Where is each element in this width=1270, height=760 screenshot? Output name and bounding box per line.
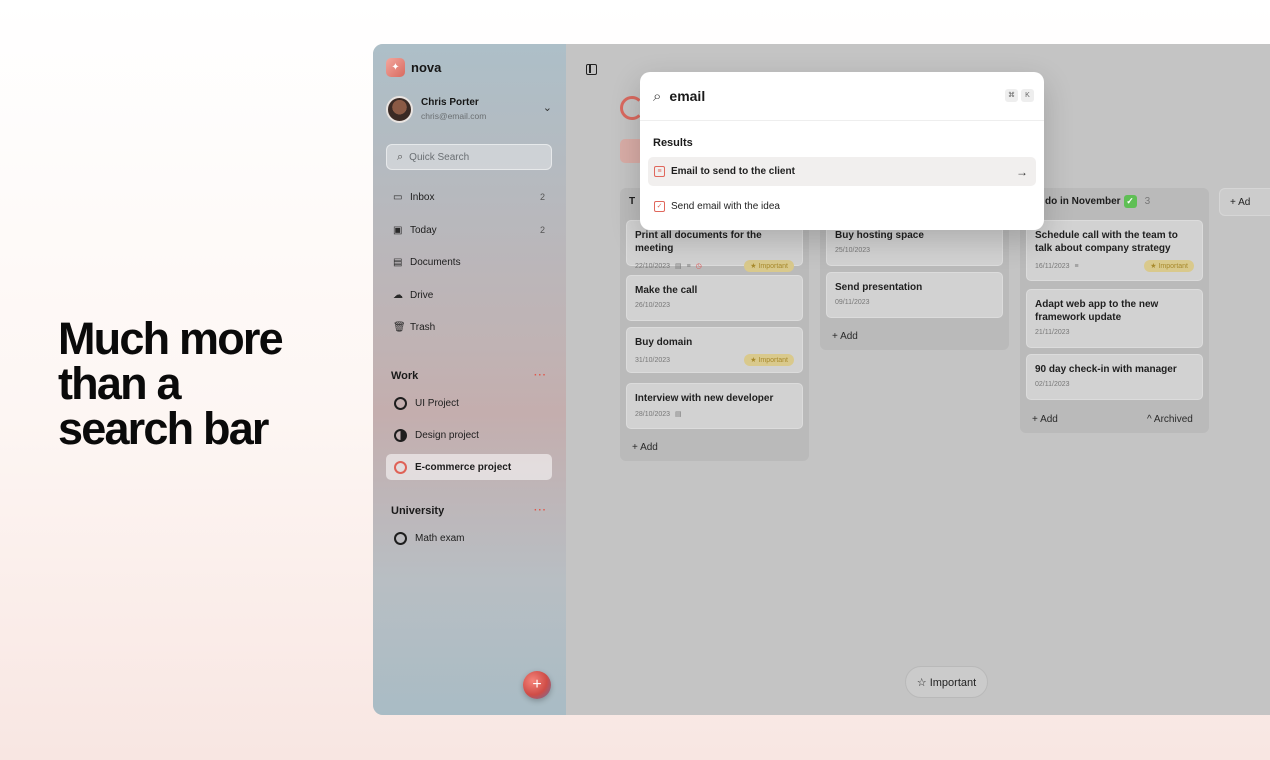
archived-toggle[interactable]: ^ Archived bbox=[1147, 414, 1193, 425]
add-fab-button[interactable]: + bbox=[523, 671, 551, 699]
sidebar-item-ui-project[interactable]: UI Project bbox=[386, 390, 552, 416]
avatar bbox=[386, 95, 413, 123]
task-card[interactable]: Interview with new developer 28/10/2023 ▤ bbox=[626, 383, 803, 429]
results-heading: Results bbox=[653, 137, 693, 149]
quick-search-label: Quick Search bbox=[409, 151, 470, 163]
column-count: 3 bbox=[1144, 196, 1151, 207]
sidebar-item-documents[interactable]: ▤ Documents bbox=[393, 252, 545, 272]
clock-icon: ◷ bbox=[695, 263, 702, 270]
list-icon: ≡ bbox=[686, 262, 691, 270]
task-card[interactable]: 90 day check-in with manager 02/11/2023 bbox=[1026, 354, 1203, 400]
column-title: T bbox=[629, 196, 636, 207]
brand: ✦ nova bbox=[386, 58, 441, 77]
sidebar-item-math-exam[interactable]: Math exam bbox=[386, 525, 552, 551]
task-card[interactable]: Buy domain 31/10/2023 ★ Important bbox=[626, 327, 803, 373]
section-work: Work ··· bbox=[391, 370, 547, 382]
cloud-icon: ☁ bbox=[393, 289, 403, 301]
palette-search-bar: ⌕ ⌘ K bbox=[640, 72, 1044, 121]
arrow-right-icon: → bbox=[1016, 164, 1028, 179]
search-icon: ⌕ bbox=[653, 87, 662, 105]
important-tag: ★ Important bbox=[744, 354, 794, 366]
project-ring-icon bbox=[394, 531, 407, 545]
project-ring-icon bbox=[394, 396, 407, 410]
plus-icon: + bbox=[532, 676, 542, 693]
more-icon[interactable]: ··· bbox=[534, 370, 547, 382]
add-column-button[interactable]: + Ad bbox=[1219, 188, 1270, 216]
task-card[interactable]: Schedule call with the team to talk abou… bbox=[1026, 220, 1203, 281]
palette-search-input[interactable] bbox=[669, 88, 970, 104]
inbox-count: 2 bbox=[539, 192, 545, 202]
board-column: do in November ✓ 3 Schedule call with the … bbox=[1020, 188, 1209, 433]
important-tag: ★ Important bbox=[1144, 260, 1194, 272]
command-palette: ⌕ ⌘ K Results ≡ Email to send to the cli… bbox=[640, 72, 1044, 230]
project-ring-icon bbox=[394, 428, 407, 442]
command-key-icon: ⌘ bbox=[1005, 89, 1018, 102]
document-icon: ▤ bbox=[675, 411, 682, 418]
trash-icon: 🗑 bbox=[393, 321, 406, 333]
check-icon: ✓ bbox=[1123, 195, 1137, 208]
sidebar-item-today[interactable]: ▣ Today 2 bbox=[393, 220, 545, 240]
calendar-icon: ▣ bbox=[393, 224, 403, 236]
sidebar-item-trash[interactable]: 🗑 Trash bbox=[393, 317, 545, 337]
section-university: University ··· bbox=[391, 505, 547, 517]
search-icon: ⌕ bbox=[397, 150, 404, 163]
sidebar-item-drive[interactable]: ☁ Drive bbox=[393, 285, 545, 305]
palette-result-item[interactable]: ≡ Email to send to the client → bbox=[648, 157, 1036, 186]
k-key-icon: K bbox=[1021, 89, 1034, 102]
user-name: Chris Porter bbox=[421, 97, 479, 108]
brand-logo-icon: ✦ bbox=[386, 58, 405, 77]
task-card[interactable]: Adapt web app to the new framework updat… bbox=[1026, 289, 1203, 348]
checkbox-icon: ✓ bbox=[654, 201, 665, 212]
hero-headline: Much more than a search bar bbox=[58, 313, 284, 454]
task-card[interactable]: Make the call 26/10/2023 bbox=[626, 275, 803, 321]
document-icon: ▤ bbox=[675, 263, 682, 270]
today-count: 2 bbox=[539, 225, 545, 235]
sidebar-item-inbox[interactable]: ▭ Inbox 2 bbox=[393, 187, 545, 207]
user-switcher[interactable]: Chris Porter chris@email.com ⌄ bbox=[386, 95, 554, 123]
important-tag: ★ Important bbox=[744, 260, 794, 272]
list-icon: ≡ bbox=[1074, 262, 1079, 270]
chevron-down-icon[interactable]: ⌄ bbox=[543, 101, 552, 114]
palette-result-item[interactable]: ✓ Send email with the idea bbox=[648, 192, 1036, 221]
document-icon: ≡ bbox=[654, 166, 665, 177]
sidebar: ✦ nova Chris Porter chris@email.com ⌄ ⌕ … bbox=[373, 44, 566, 715]
add-card-button[interactable]: + Add bbox=[632, 442, 658, 453]
sidebar-toggle-icon[interactable] bbox=[586, 64, 597, 75]
inbox-icon: ▭ bbox=[393, 191, 403, 203]
sidebar-item-design-project[interactable]: Design project bbox=[386, 422, 552, 448]
more-icon[interactable]: ··· bbox=[534, 505, 547, 517]
add-card-button[interactable]: + Add bbox=[832, 331, 858, 342]
project-ring-icon bbox=[394, 460, 407, 474]
quick-search-button[interactable]: ⌕ Quick Search bbox=[386, 144, 552, 170]
sidebar-item-ecommerce-project[interactable]: E-commerce project bbox=[386, 454, 552, 480]
task-card[interactable]: Send presentation 09/11/2023 bbox=[826, 272, 1003, 318]
important-filter-button[interactable]: ☆ Important bbox=[905, 666, 988, 698]
brand-name: nova bbox=[411, 60, 442, 75]
document-icon: ▤ bbox=[393, 256, 403, 268]
user-email: chris@email.com bbox=[421, 111, 487, 121]
add-card-button[interactable]: + Add bbox=[1032, 414, 1058, 425]
column-title: do in November ✓ 3 bbox=[1045, 195, 1151, 208]
